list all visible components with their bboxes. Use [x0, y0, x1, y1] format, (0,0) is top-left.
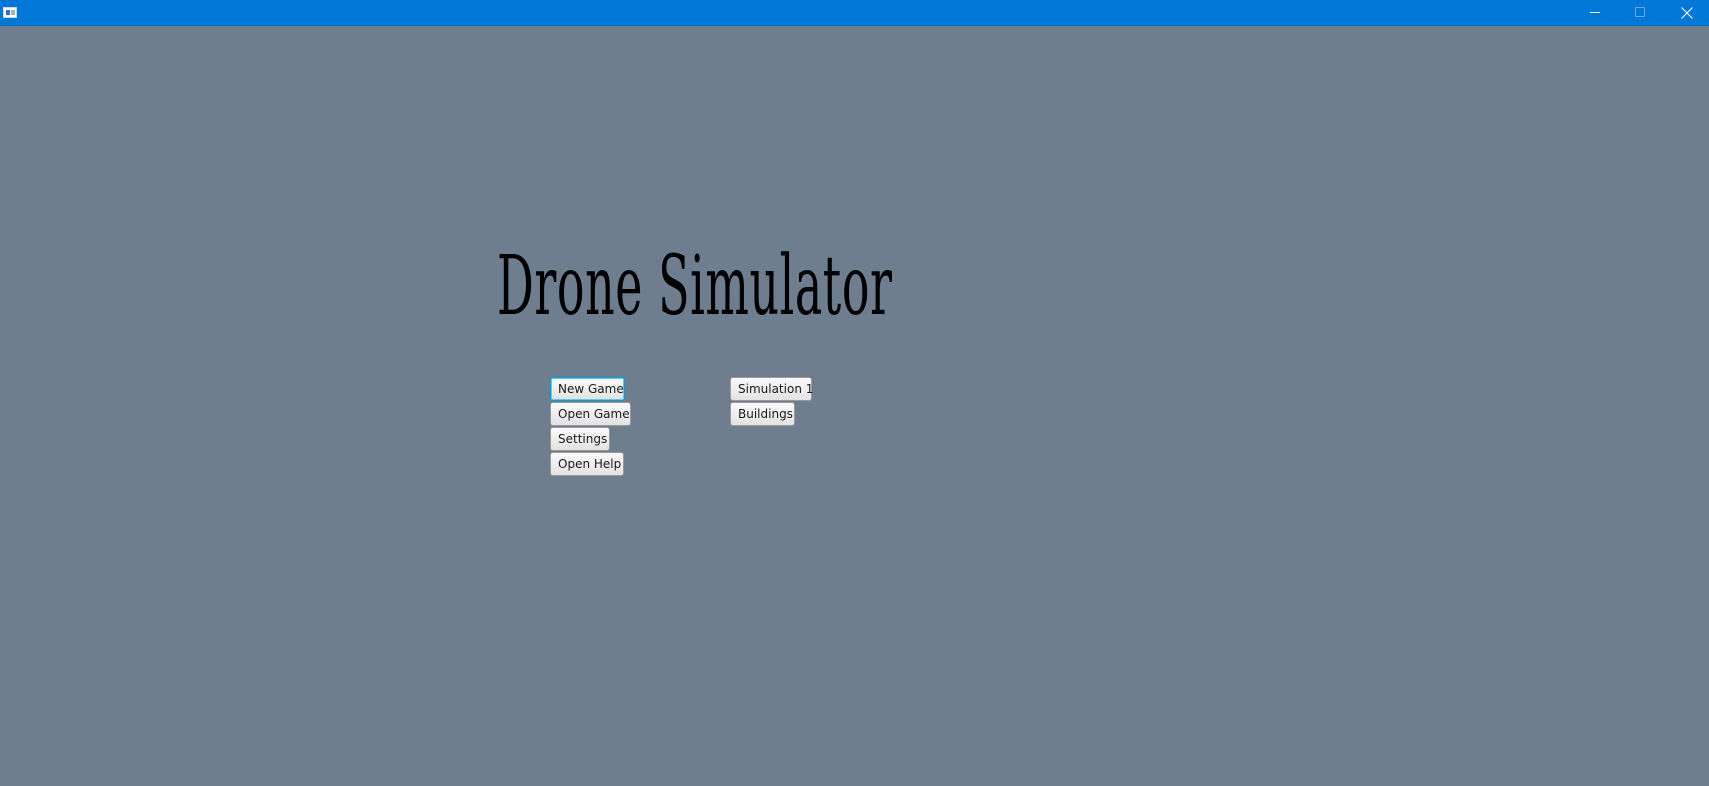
- settings-button[interactable]: Settings: [550, 427, 610, 451]
- open-help-button[interactable]: Open Help: [550, 452, 624, 476]
- buildings-button[interactable]: Buildings: [730, 402, 795, 426]
- minimize-button[interactable]: [1573, 0, 1618, 25]
- title-bar[interactable]: [0, 0, 1709, 26]
- new-game-button[interactable]: New Game: [550, 377, 625, 401]
- app-window: Drone Simulator New Game Open Game Setti…: [0, 0, 1709, 786]
- app-window-icon: [3, 7, 17, 18]
- maximize-icon: [1635, 7, 1646, 18]
- game-title: Drone Simulator: [497, 239, 893, 334]
- close-icon: [1680, 6, 1693, 19]
- simulation-1-button[interactable]: Simulation 1: [730, 377, 813, 401]
- minimize-icon: [1590, 7, 1601, 18]
- maximize-button[interactable]: [1618, 0, 1663, 25]
- close-button[interactable]: [1664, 0, 1709, 25]
- open-game-button[interactable]: Open Game: [550, 402, 631, 426]
